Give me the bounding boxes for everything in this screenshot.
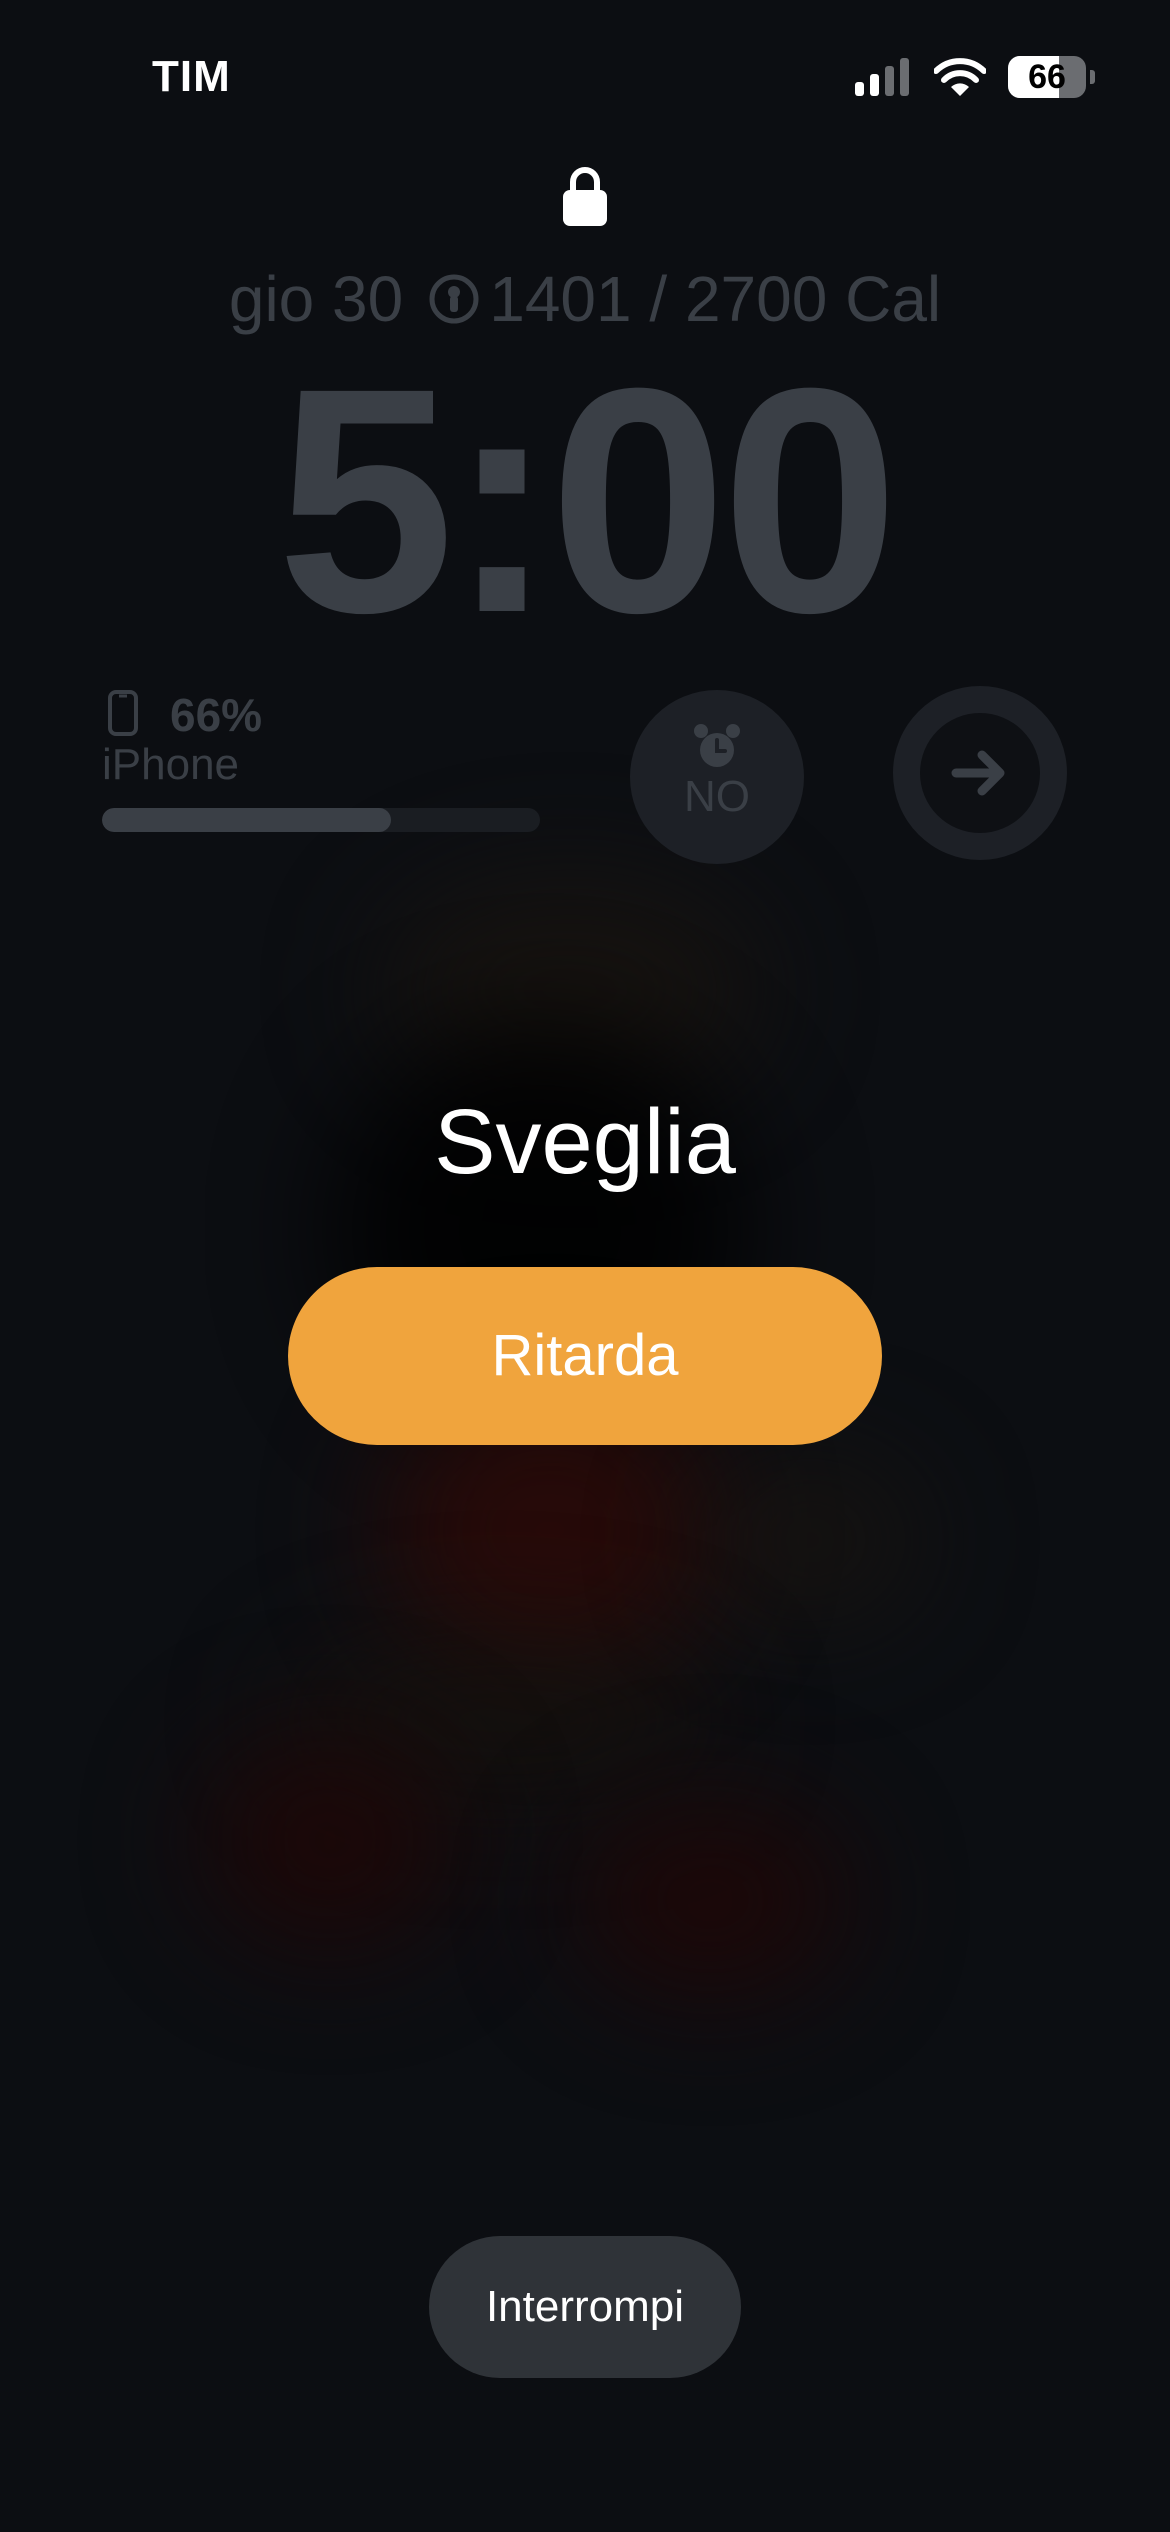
battery-widget-device: iPhone <box>102 740 240 789</box>
iphone-icon <box>108 690 138 736</box>
alarm-widget-label: NO <box>684 772 750 821</box>
shortcut-widget[interactable] <box>893 686 1067 860</box>
arrow-right-icon <box>951 750 1005 796</box>
battery-widget-percent: 66% <box>170 689 263 741</box>
wallpaper-blur <box>700 1460 920 1620</box>
lock-icon <box>563 167 607 226</box>
battery-cap <box>1090 70 1095 84</box>
alarm-title: Sveglia <box>434 1091 736 1193</box>
battery-widget-bar-fill <box>102 808 392 832</box>
lock-screen: TIM 66 gio 30 1401 / 2700 Cal 5:00 66% i… <box>0 0 1170 2532</box>
alarm-clock-icon <box>694 724 740 767</box>
fitness-icon <box>429 274 479 324</box>
battery-widget-bar <box>102 808 540 832</box>
wallpaper-blur <box>200 1730 460 1950</box>
wallpaper-blur <box>570 1800 850 2000</box>
wifi-icon <box>934 58 986 96</box>
clock-time: 5:00 <box>276 321 899 679</box>
stop-button[interactable]: Interrompi <box>429 2236 741 2378</box>
alarm-widget[interactable]: NO <box>630 690 804 864</box>
cellular-signal-icon <box>855 58 909 96</box>
snooze-button[interactable]: Ritarda <box>288 1267 882 1445</box>
battery-icon: 66 <box>1008 56 1086 98</box>
carrier-name: TIM <box>152 52 231 101</box>
battery-level: 66 <box>1028 58 1066 96</box>
